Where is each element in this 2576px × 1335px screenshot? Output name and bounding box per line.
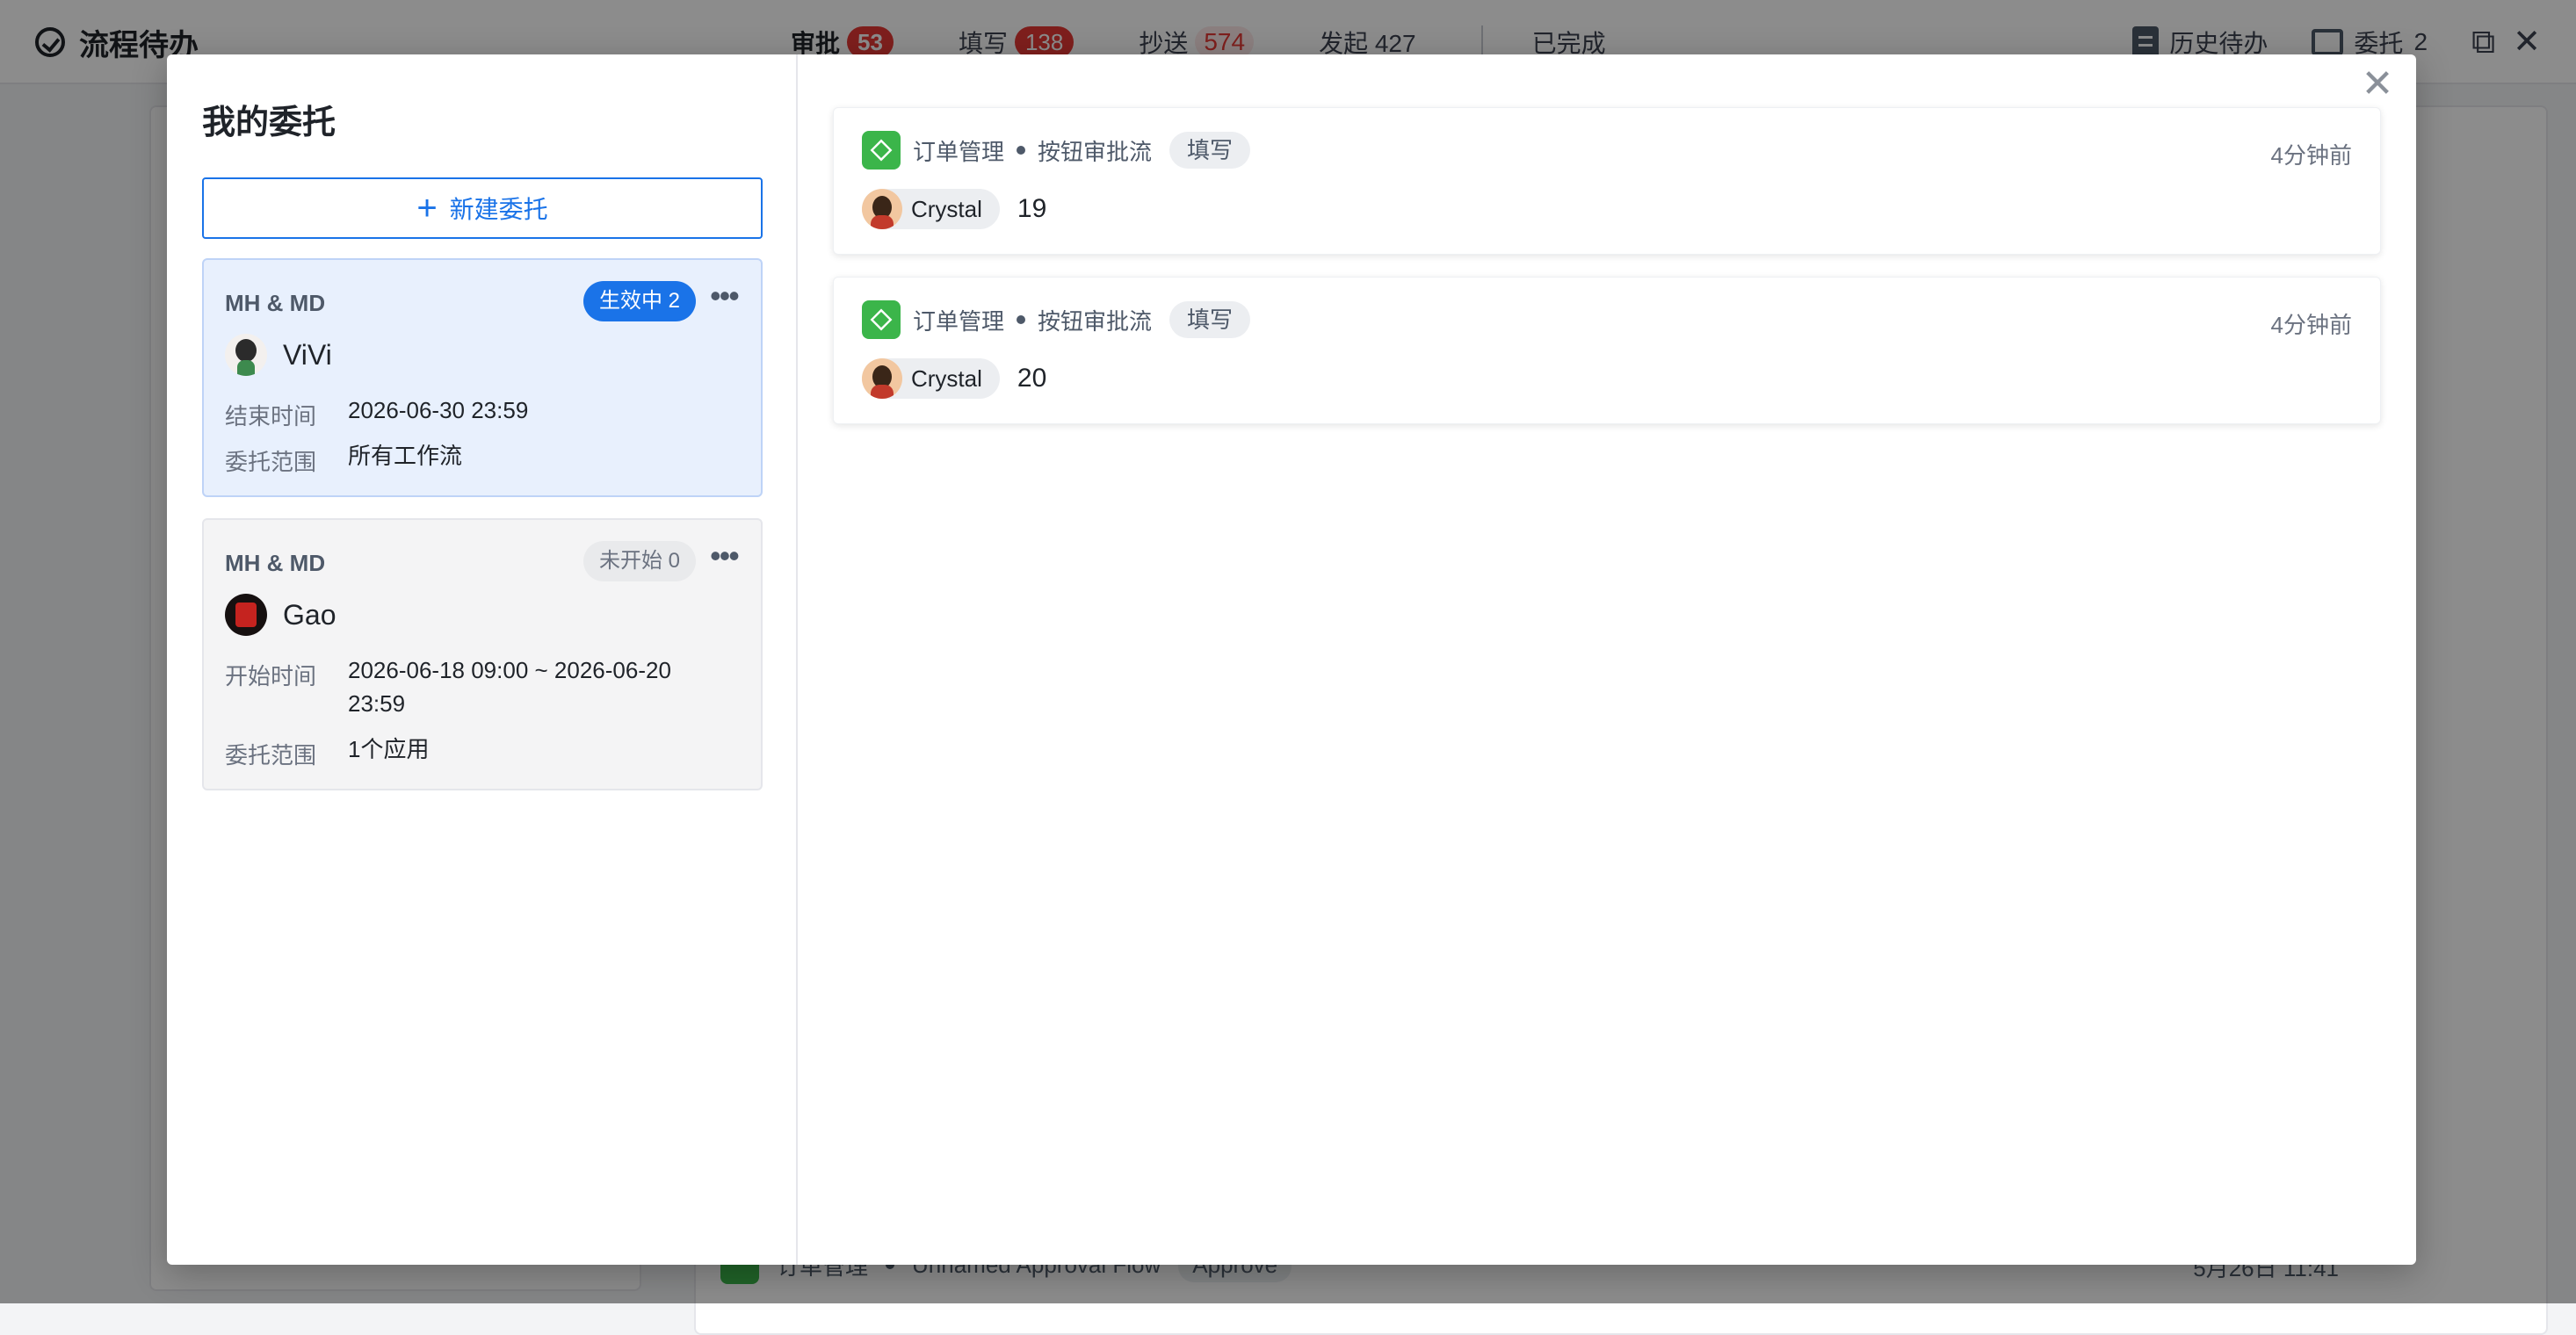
modal-title: 我的委托	[202, 105, 336, 141]
plus-icon: +	[416, 189, 438, 227]
task-footer: Crystal 20	[862, 358, 1046, 399]
status-badge: 生效中 2	[582, 281, 696, 321]
avatar	[862, 189, 902, 229]
new-delegation-button[interactable]: + 新建委托	[202, 177, 763, 239]
scope-label: 委托范围	[225, 742, 317, 769]
delegate-person: Gao	[225, 594, 336, 636]
scope-value: 所有工作流	[348, 443, 463, 469]
task-time: 4分钟前	[2270, 142, 2352, 169]
time-row: 开始时间 2026-06-18 09:00 ~ 2026-06-20 23:59	[225, 657, 717, 720]
task-footer: Crystal 19	[862, 189, 1046, 229]
delegation-card[interactable]: MH & MD 生效中 2 ••• ViVi 结束时间 2026-06-30 2…	[202, 258, 763, 497]
app-icon	[862, 131, 901, 170]
time-label: 开始时间	[225, 663, 317, 689]
app-icon	[862, 300, 901, 339]
type-tag: 填写	[1169, 301, 1251, 338]
delegation-modal: ✕ 我的委托 + 新建委托 MH & MD 生效中 2 ••• ViVi 结束时…	[167, 54, 2416, 1265]
user-chip: Crystal	[862, 189, 1000, 229]
delegation-group: MH & MD	[225, 550, 326, 576]
scope-row: 委托范围 所有工作流	[225, 443, 462, 477]
scope-label: 委托范围	[225, 449, 317, 475]
delegate-person: ViVi	[225, 334, 332, 376]
time-value: 2026-06-18 09:00 ~ 2026-06-20 23:59	[348, 657, 671, 717]
scope-value: 1个应用	[348, 736, 430, 762]
time-label: 结束时间	[225, 403, 317, 429]
flow-name: 按钮审批流	[1038, 307, 1153, 335]
task-number: 20	[1017, 364, 1047, 393]
more-icon[interactable]: •••	[710, 280, 740, 318]
avatar	[862, 358, 902, 399]
task-time: 4分钟前	[2270, 312, 2352, 338]
time-row: 结束时间 2026-06-30 23:59	[225, 397, 528, 431]
task-header: 订单管理 按钮审批流 填写	[862, 300, 1251, 339]
more-icon[interactable]: •••	[710, 540, 740, 578]
separator-dot	[1017, 315, 1026, 324]
task-number: 19	[1017, 194, 1047, 223]
app-name: 订单管理	[913, 138, 1005, 165]
task-card[interactable]: 订单管理 按钮审批流 填写 4分钟前 Crystal 20	[833, 277, 2381, 424]
status-badge: 未开始 0	[582, 541, 696, 581]
flow-name: 按钮审批流	[1038, 138, 1153, 165]
delegation-group: MH & MD	[225, 290, 326, 316]
person-name: ViVi	[283, 338, 332, 371]
new-delegation-label: 新建委托	[449, 196, 548, 223]
time-value: 2026-06-30 23:59	[348, 397, 529, 423]
delegated-task-pane: 订单管理 按钮审批流 填写 4分钟前 Crystal 19 订单管理 按钮审批流	[798, 54, 2416, 1265]
type-tag: 填写	[1169, 132, 1251, 169]
avatar	[225, 594, 267, 636]
delegation-card[interactable]: MH & MD 未开始 0 ••• Gao 开始时间 2026-06-18 09…	[202, 518, 763, 790]
separator-dot	[1017, 146, 1026, 155]
user-name: Crystal	[911, 195, 982, 222]
avatar	[225, 334, 267, 376]
task-header: 订单管理 按钮审批流 填写	[862, 131, 1251, 170]
task-card[interactable]: 订单管理 按钮审批流 填写 4分钟前 Crystal 19	[833, 107, 2381, 255]
user-chip: Crystal	[862, 358, 1000, 399]
person-name: Gao	[283, 598, 336, 631]
delegation-list-pane: 我的委托 + 新建委托 MH & MD 生效中 2 ••• ViVi 结束时间 …	[167, 54, 798, 1265]
app-name: 订单管理	[913, 307, 1005, 335]
user-name: Crystal	[911, 364, 982, 392]
scope-row: 委托范围 1个应用	[225, 736, 429, 770]
